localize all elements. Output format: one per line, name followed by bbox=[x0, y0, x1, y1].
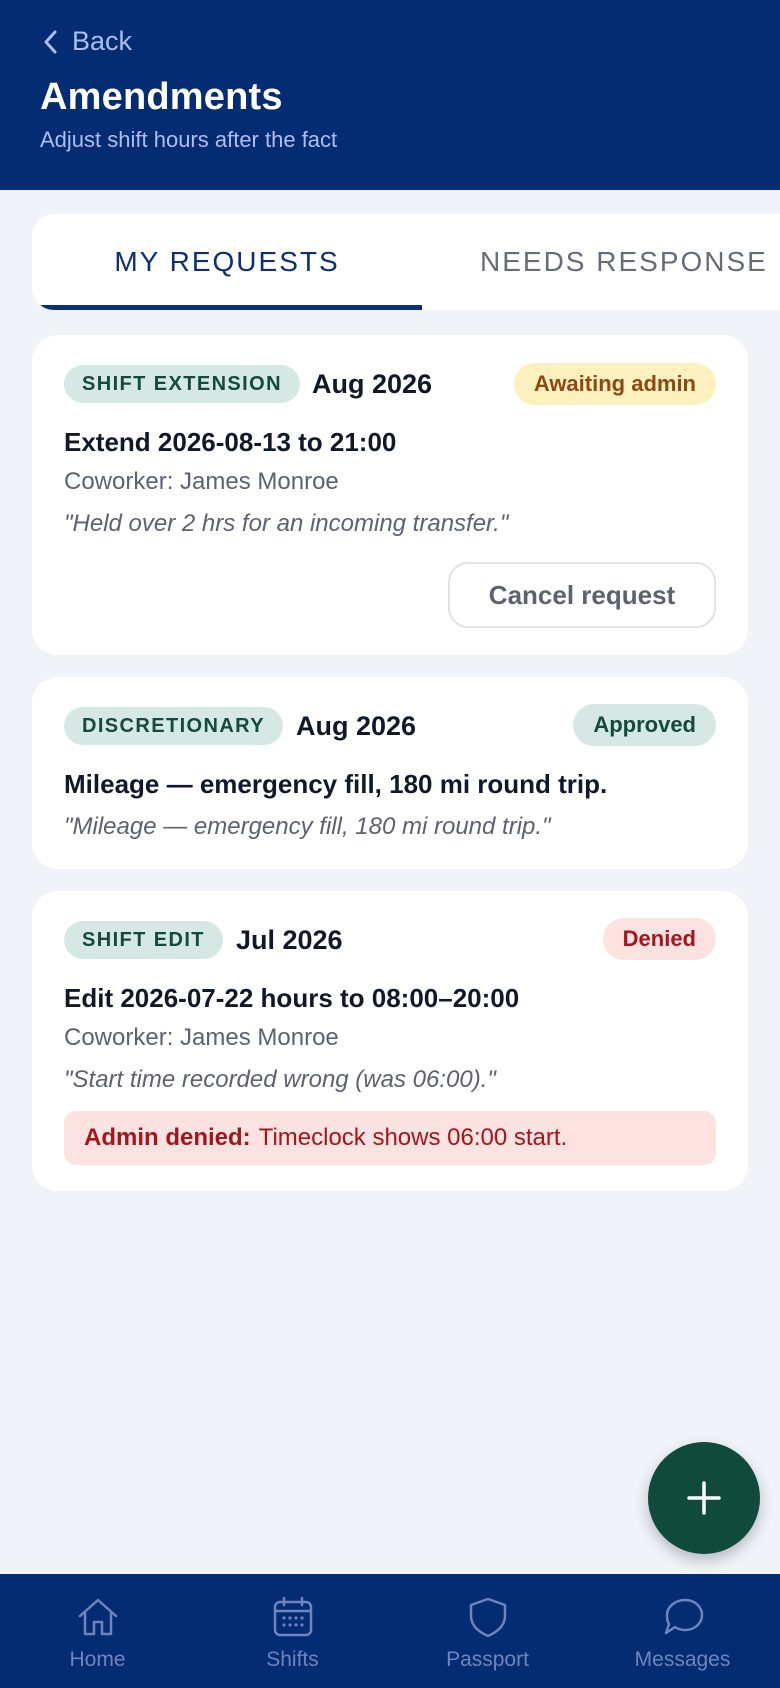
denial-reason-box: Admin denied: Timeclock shows 06:00 star… bbox=[64, 1111, 716, 1165]
home-icon bbox=[78, 1598, 117, 1636]
request-month: Jul 2026 bbox=[236, 925, 343, 955]
calendar-icon bbox=[273, 1596, 312, 1637]
request-note: "Start time recorded wrong (was 06:00)." bbox=[64, 1066, 496, 1093]
request-note: "Mileage — emergency fill, 180 mi round … bbox=[64, 813, 551, 840]
request-title: Mileage — emergency fill, 180 mi round t… bbox=[64, 769, 608, 799]
request-card-discretionary[interactable]: DISCRETIONARY Aug 2026 Approved Mileage … bbox=[32, 677, 748, 869]
back-button[interactable]: Back bbox=[40, 26, 132, 57]
bottom-nav: Home Shifts Passport Messages bbox=[0, 1574, 780, 1688]
request-note: "Held over 2 hrs for an incoming transfe… bbox=[64, 510, 509, 537]
nav-item-home[interactable]: Home bbox=[0, 1574, 195, 1688]
tab-needs-response[interactable]: NEEDS RESPONSE bbox=[422, 214, 780, 310]
app-header: Back Amendments Adjust shift hours after… bbox=[0, 0, 780, 190]
request-type-chip: SHIFT EXTENSION bbox=[64, 365, 300, 403]
nav-item-shifts[interactable]: Shifts bbox=[195, 1574, 390, 1688]
tab-bar: MY REQUESTS NEEDS RESPONSE bbox=[32, 214, 780, 310]
status-badge: Denied bbox=[602, 918, 716, 960]
nav-label: Home bbox=[69, 1648, 126, 1671]
nav-item-messages[interactable]: Messages bbox=[585, 1574, 780, 1688]
denial-reason: Timeclock shows 06:00 start. bbox=[258, 1124, 568, 1151]
request-title: Extend 2026-08-13 to 21:00 bbox=[64, 427, 397, 457]
request-type-chip: SHIFT EDIT bbox=[64, 921, 223, 959]
nav-label: Passport bbox=[446, 1648, 529, 1671]
nav-label: Shifts bbox=[266, 1648, 319, 1671]
request-coworker: Coworker: James Monroe bbox=[64, 468, 339, 495]
add-request-button[interactable] bbox=[648, 1442, 760, 1554]
active-tab-indicator bbox=[32, 305, 422, 310]
request-type-chip: DISCRETIONARY bbox=[64, 707, 284, 745]
nav-label: Messages bbox=[634, 1648, 731, 1671]
status-badge: Awaiting admin bbox=[513, 363, 716, 405]
nav-item-passport[interactable]: Passport bbox=[390, 1574, 585, 1688]
plus-icon bbox=[687, 1481, 721, 1515]
request-card-shift-extension[interactable]: SHIFT EXTENSION Aug 2026 Awaiting admin … bbox=[32, 335, 748, 655]
denial-label: Admin denied: bbox=[84, 1124, 251, 1151]
page-title: Amendments bbox=[40, 76, 283, 118]
chevron-left-icon bbox=[44, 30, 57, 53]
page-subtitle: Adjust shift hours after the fact bbox=[40, 127, 338, 152]
request-card-shift-edit[interactable]: SHIFT EDIT Jul 2026 Denied Edit 2026-07-… bbox=[32, 891, 748, 1191]
request-title: Edit 2026-07-22 hours to 08:00–20:00 bbox=[64, 983, 520, 1013]
status-badge: Approved bbox=[573, 704, 716, 746]
shield-icon bbox=[469, 1597, 506, 1638]
request-month: Aug 2026 bbox=[296, 711, 417, 741]
back-label: Back bbox=[72, 26, 133, 56]
request-coworker: Coworker: James Monroe bbox=[64, 1024, 339, 1051]
chat-bubble-icon bbox=[664, 1598, 703, 1635]
cancel-request-button[interactable]: Cancel request bbox=[448, 562, 716, 628]
request-month: Aug 2026 bbox=[312, 369, 433, 399]
tab-my-requests[interactable]: MY REQUESTS bbox=[32, 214, 422, 310]
